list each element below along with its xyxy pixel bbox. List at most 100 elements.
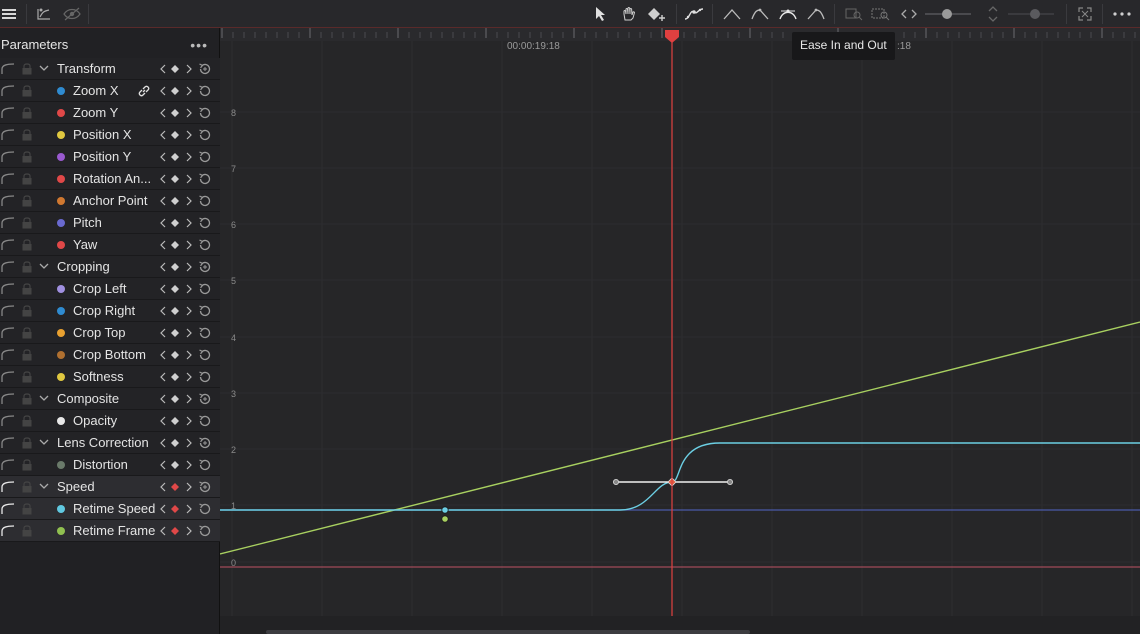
- parameter-row[interactable]: Zoom X: [0, 80, 220, 102]
- parameter-row[interactable]: Retime Frame: [0, 520, 220, 542]
- parameter-row[interactable]: Position X: [0, 124, 220, 146]
- pointer-icon[interactable]: [590, 4, 612, 24]
- curve-toggle-icon[interactable]: [1, 459, 15, 471]
- reset-icon[interactable]: [197, 215, 213, 231]
- reset-icon[interactable]: [197, 61, 213, 77]
- curve-toggle-icon[interactable]: [1, 437, 15, 449]
- parameter-row[interactable]: Yaw: [0, 234, 220, 256]
- parameter-row[interactable]: Rotation An...: [0, 168, 220, 190]
- lock-icon[interactable]: [21, 525, 33, 537]
- lock-icon[interactable]: [21, 85, 33, 97]
- curve-toggle-icon[interactable]: [1, 393, 15, 405]
- curve-toggle-icon[interactable]: [1, 85, 15, 97]
- reset-icon[interactable]: [197, 149, 213, 165]
- reset-icon[interactable]: [197, 347, 213, 363]
- parameter-row[interactable]: Zoom Y: [0, 102, 220, 124]
- keyframe-nav[interactable]: [159, 370, 193, 384]
- lock-icon[interactable]: [21, 437, 33, 449]
- keyframe-nav[interactable]: [159, 458, 193, 472]
- curve-toggle-icon[interactable]: [1, 305, 15, 317]
- curve-canvas[interactable]: [220, 28, 1140, 634]
- keyframe-nav[interactable]: [159, 62, 193, 76]
- keyframe-nav[interactable]: [159, 304, 193, 318]
- playhead-handle[interactable]: [665, 30, 679, 43]
- zoom-fit-icon[interactable]: [843, 4, 865, 24]
- keyframe-point[interactable]: [441, 506, 449, 514]
- curve-toggle-icon[interactable]: [1, 481, 15, 493]
- keyframe-nav[interactable]: [159, 128, 193, 142]
- parameter-group-row[interactable]: Cropping: [0, 256, 220, 278]
- reset-icon[interactable]: [197, 83, 213, 99]
- lock-icon[interactable]: [21, 283, 33, 295]
- curve-toggle-icon[interactable]: [1, 173, 15, 185]
- curve-toggle-icon[interactable]: [1, 525, 15, 537]
- lock-icon[interactable]: [21, 503, 33, 515]
- parameter-group-row[interactable]: Transform: [0, 58, 220, 80]
- panel-options-icon[interactable]: •••: [190, 37, 208, 53]
- horizontal-zoom-icon[interactable]: [898, 4, 920, 24]
- menu-icon[interactable]: [0, 4, 20, 24]
- lock-icon[interactable]: [21, 173, 33, 185]
- reset-icon[interactable]: [197, 325, 213, 341]
- parameter-row[interactable]: Retime Speed: [0, 498, 220, 520]
- reset-icon[interactable]: [197, 479, 213, 495]
- curve-toggle-icon[interactable]: [1, 217, 15, 229]
- parameter-row[interactable]: Position Y: [0, 146, 220, 168]
- reset-icon[interactable]: [197, 523, 213, 539]
- vertical-zoom-knob[interactable]: [1030, 9, 1040, 19]
- lock-icon[interactable]: [21, 415, 33, 427]
- reset-icon[interactable]: [197, 237, 213, 253]
- keyframe-nav[interactable]: [159, 84, 193, 98]
- parameter-row[interactable]: Crop Bottom: [0, 344, 220, 366]
- linear-icon[interactable]: [721, 4, 743, 24]
- keyframe-nav[interactable]: [159, 150, 193, 164]
- retime-frame-curve[interactable]: [220, 321, 1140, 555]
- lock-icon[interactable]: [21, 393, 33, 405]
- lock-icon[interactable]: [21, 217, 33, 229]
- keyframe-nav[interactable]: [159, 216, 193, 230]
- hand-icon[interactable]: [618, 4, 640, 24]
- curve-toggle-icon[interactable]: [1, 151, 15, 163]
- lock-icon[interactable]: [21, 327, 33, 339]
- curve-toggle-icon[interactable]: [1, 349, 15, 361]
- reset-icon[interactable]: [197, 457, 213, 473]
- curve-toggle-icon[interactable]: [1, 503, 15, 515]
- parameter-group-row[interactable]: Speed: [0, 476, 220, 498]
- curve-toggle-icon[interactable]: [1, 195, 15, 207]
- bezier-handle-in[interactable]: [612, 478, 619, 485]
- chevron-down-icon[interactable]: [38, 62, 50, 74]
- keyframe-nav[interactable]: [159, 502, 193, 516]
- curve-toggle-icon[interactable]: [1, 129, 15, 141]
- lock-icon[interactable]: [21, 261, 33, 273]
- lock-icon[interactable]: [21, 151, 33, 163]
- keyframe-nav[interactable]: [159, 480, 193, 494]
- bezier-handle-out[interactable]: [726, 478, 733, 485]
- parameter-row[interactable]: Crop Right: [0, 300, 220, 322]
- curve-graph[interactable]: 00:00:19:18 :18 8 7 6 5 4 3 2 1 0 Ease In and Ou…: [220, 28, 1140, 634]
- curve-toggle-icon[interactable]: [1, 415, 15, 427]
- lock-icon[interactable]: [21, 129, 33, 141]
- hide-curves-icon[interactable]: [61, 4, 83, 24]
- keyframe-nav[interactable]: [159, 260, 193, 274]
- reset-icon[interactable]: [197, 105, 213, 121]
- horizontal-zoom-knob[interactable]: [942, 9, 952, 19]
- reset-icon[interactable]: [197, 259, 213, 275]
- reset-icon[interactable]: [197, 391, 213, 407]
- lock-icon[interactable]: [21, 349, 33, 361]
- parameter-row[interactable]: Pitch: [0, 212, 220, 234]
- parameter-row[interactable]: Distortion: [0, 454, 220, 476]
- reset-icon[interactable]: [197, 435, 213, 451]
- keyframe-nav[interactable]: [159, 436, 193, 450]
- lock-icon[interactable]: [21, 239, 33, 251]
- parameter-row[interactable]: Opacity: [0, 410, 220, 432]
- parameter-group-row[interactable]: Lens Correction: [0, 432, 220, 454]
- chevron-down-icon[interactable]: [38, 260, 50, 272]
- curve-toggle-icon[interactable]: [1, 371, 15, 383]
- parameter-group-row[interactable]: Composite: [0, 388, 220, 410]
- curve-toggle-icon[interactable]: [1, 239, 15, 251]
- lock-icon[interactable]: [21, 195, 33, 207]
- keyframe-point[interactable]: [441, 515, 449, 523]
- reset-icon[interactable]: [197, 303, 213, 319]
- reset-icon[interactable]: [197, 369, 213, 385]
- ease-in-icon[interactable]: [749, 4, 771, 24]
